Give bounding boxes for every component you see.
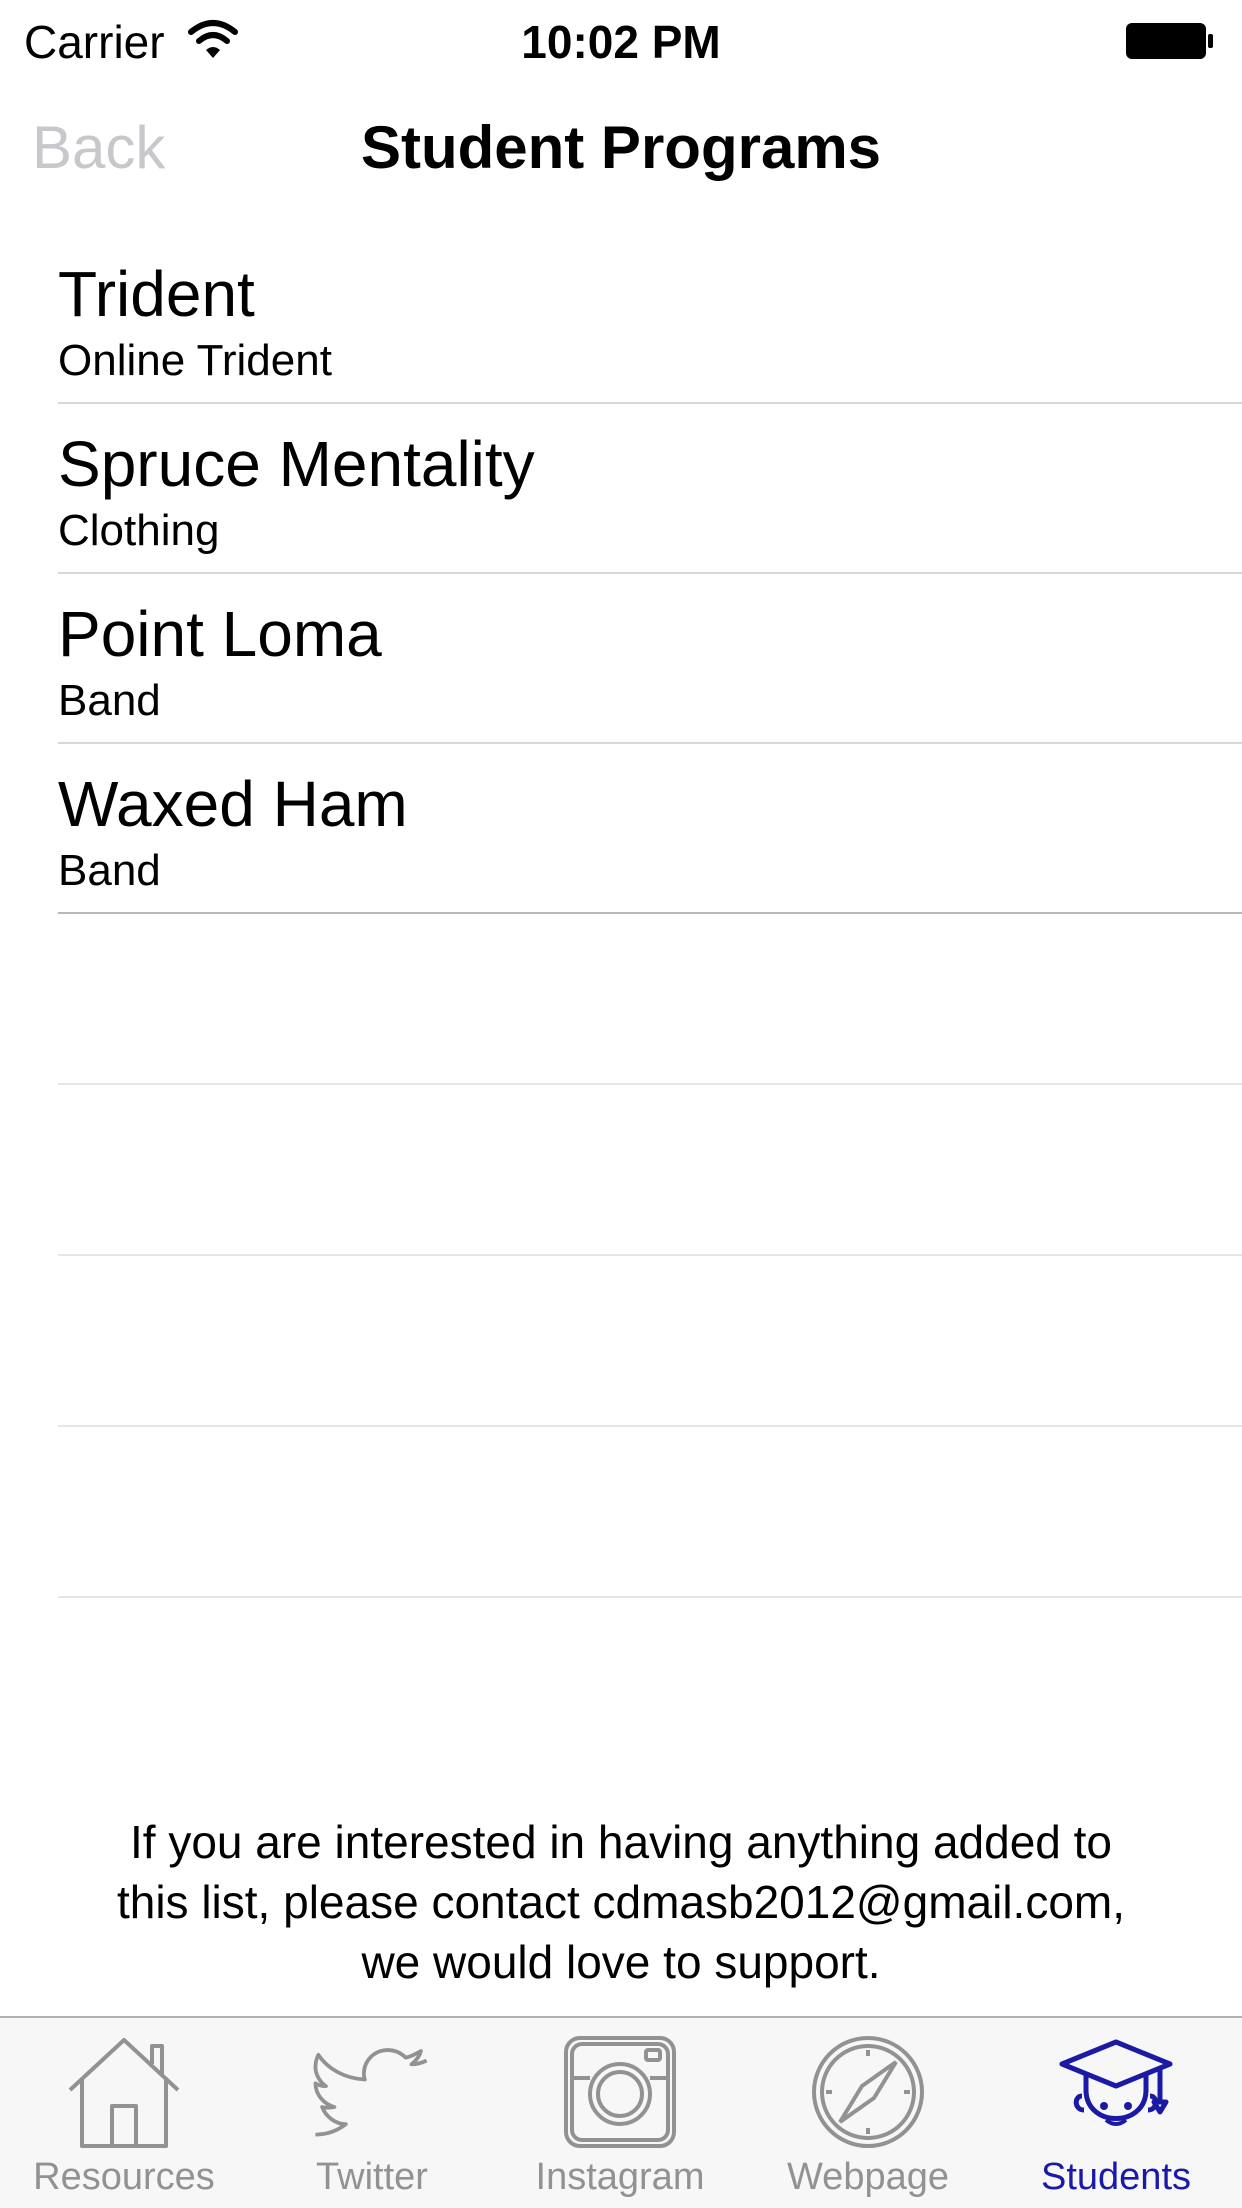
programs-list: Trident Online Trident Spruce Mentality … [0, 234, 1242, 1598]
empty-row [0, 1256, 1242, 1427]
tab-label: Twitter [316, 2156, 428, 2198]
compass-icon [812, 2036, 924, 2148]
camera-icon [564, 2036, 676, 2148]
row-separator [58, 1596, 1242, 1598]
footer-line: we would love to support. [361, 1936, 881, 1988]
status-bar: Carrier 10:02 PM [0, 0, 1242, 84]
tab-bar: Resources Twitter Instagram Webpage Stud… [0, 2016, 1242, 2208]
empty-row [0, 1427, 1242, 1598]
empty-row [0, 1085, 1242, 1256]
list-item-subtitle: Band [58, 676, 161, 725]
twitter-bird-icon [313, 2048, 428, 2137]
tab-twitter[interactable]: Twitter [248, 2018, 496, 2208]
empty-row [0, 914, 1242, 1085]
footer-line: If you are interested in having anything… [129, 1816, 1112, 1868]
tab-students[interactable]: Students [992, 2018, 1240, 2208]
tab-label: Resources [33, 2156, 215, 2198]
navigation-bar: Back Student Programs [0, 84, 1242, 216]
list-item-title: Spruce Mentality [58, 428, 535, 500]
tab-instagram[interactable]: Instagram [496, 2018, 744, 2208]
list-item-title: Point Loma [58, 598, 382, 670]
tab-webpage[interactable]: Webpage [744, 2018, 992, 2208]
battery-icon [1126, 23, 1213, 59]
tab-label: Webpage [787, 2156, 949, 2198]
list-item[interactable]: Trident Online Trident [0, 234, 1242, 404]
house-icon [68, 2038, 180, 2148]
list-item-subtitle: Clothing [58, 506, 220, 555]
footer-message: If you are interested in having anything… [20, 1812, 1222, 1992]
list-item-title: Trident [58, 258, 255, 330]
status-time: 10:02 PM [521, 16, 721, 68]
list-item-title: Waxed Ham [58, 768, 408, 840]
list-item-subtitle: Online Trident [58, 336, 332, 385]
page-title: Student Programs [360, 114, 882, 181]
list-item-subtitle: Band [58, 846, 161, 895]
tab-label: Students [1041, 2156, 1191, 2198]
graduate-icon [1059, 2039, 1173, 2126]
footer-line: this list, please contact cdmasb2012@gma… [116, 1876, 1126, 1928]
list-item[interactable]: Point Loma Band [0, 574, 1242, 744]
list-item[interactable]: Spruce Mentality Clothing [0, 404, 1242, 574]
list-item[interactable]: Waxed Ham Band [0, 744, 1242, 914]
tab-resources[interactable]: Resources [0, 2018, 248, 2208]
tab-label: Instagram [535, 2156, 705, 2198]
